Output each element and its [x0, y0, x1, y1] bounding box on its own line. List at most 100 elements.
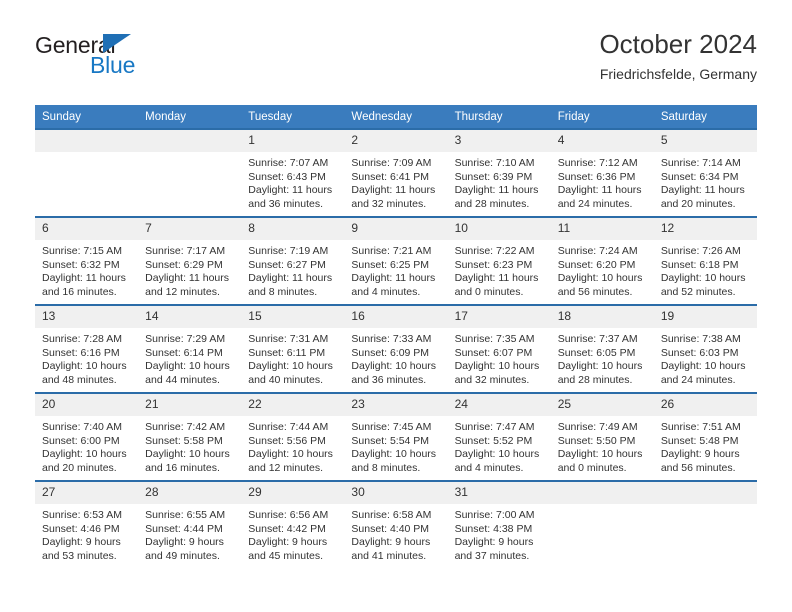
day-number — [653, 482, 757, 504]
calendar-day-cell[interactable]: 10 Sunrise: 7:22 AM Sunset: 6:23 PM Dayligh… — [447, 216, 551, 305]
sunset-time: Sunset: 6:41 PM — [351, 170, 430, 183]
daylight-duration-line2: and 20 minutes. — [660, 197, 736, 210]
day-number: 13 — [35, 306, 139, 328]
calendar-day-cell[interactable]: 2 Sunrise: 7:09 AM Sunset: 6:41 PM Daylight… — [344, 128, 448, 217]
sunrise-time: Sunrise: 7:28 AM — [42, 333, 122, 345]
calendar-day-cell[interactable]: 18 Sunrise: 7:37 AM Sunset: 6:05 PM Dayligh… — [550, 304, 654, 393]
calendar-day-cell[interactable]: 23 Sunrise: 7:45 AM Sunset: 5:54 PM Dayligh… — [344, 392, 448, 481]
daylight-duration-line2: and 16 minutes. — [42, 285, 117, 298]
calendar-day-cell[interactable]: 13 Sunrise: 7:28 AM Sunset: 6:16 PM Dayligh… — [35, 304, 139, 393]
calendar-day-cell[interactable]: 17 Sunrise: 7:35 AM Sunset: 6:07 PM Dayligh… — [447, 304, 551, 393]
logo-triangle-icon — [103, 34, 131, 53]
weekday-header-thursday: Thursday — [447, 105, 551, 129]
calendar-day-cell[interactable]: 21 Sunrise: 7:42 AM Sunset: 5:58 PM Dayligh… — [138, 392, 242, 481]
daylight-duration-line1: Daylight: 9 hours — [145, 536, 224, 549]
calendar-day-cell[interactable]: 24 Sunrise: 7:47 AM Sunset: 5:52 PM Dayligh… — [447, 392, 551, 481]
calendar-day-cell[interactable]: 15 Sunrise: 7:31 AM Sunset: 6:11 PM Dayligh… — [241, 304, 345, 393]
calendar-day-cell[interactable]: 5 Sunrise: 7:14 AM Sunset: 6:34 PM Daylight… — [653, 128, 757, 217]
sunset-time: Sunset: 5:56 PM — [248, 434, 326, 447]
sunset-time: Sunset: 6:39 PM — [454, 170, 533, 183]
daylight-duration-line1: Daylight: 11 hours — [454, 184, 539, 197]
day-details: Sunrise: 7:35 AM Sunset: 6:07 PM Daylight:… — [448, 328, 551, 387]
daylight-duration-line2: and 36 minutes. — [248, 197, 323, 210]
daylight-duration-line1: Daylight: 9 hours — [248, 536, 328, 549]
day-number: 15 — [241, 306, 345, 328]
calendar-day-cell[interactable]: 22 Sunrise: 7:44 AM Sunset: 5:56 PM Dayligh… — [241, 392, 345, 481]
daylight-duration-line2: and 56 minutes. — [557, 285, 633, 298]
day-details: Sunrise: 7:07 AM Sunset: 6:43 PM Daylight:… — [241, 152, 344, 211]
day-number — [138, 130, 242, 152]
daylight-duration-line2: and 48 minutes. — [42, 373, 117, 386]
day-details: Sunrise: 6:53 AM Sunset: 4:46 PM Daylight:… — [35, 504, 138, 563]
sunset-time: Sunset: 6:27 PM — [248, 258, 326, 271]
calendar-day-cell[interactable]: 3 Sunrise: 7:10 AM Sunset: 6:39 PM Daylight… — [447, 128, 551, 217]
day-number: 14 — [138, 306, 242, 328]
sunset-time: Sunset: 4:40 PM — [351, 522, 430, 535]
calendar-day-cell[interactable]: 4 Sunrise: 7:12 AM Sunset: 6:36 PM Daylight… — [550, 128, 654, 217]
calendar-day-cell[interactable]: 19 Sunrise: 7:38 AM Sunset: 6:03 PM Dayligh… — [653, 304, 757, 393]
title-block: October 2024 Friedrichsfelde, Germany — [599, 28, 757, 84]
calendar-day-cell[interactable]: 9 Sunrise: 7:21 AM Sunset: 6:25 PM Daylight… — [344, 216, 448, 305]
day-number: 19 — [653, 306, 757, 328]
day-details: Sunrise: 7:22 AM Sunset: 6:23 PM Daylight:… — [448, 240, 551, 299]
calendar-day-cell[interactable]: 8 Sunrise: 7:19 AM Sunset: 6:27 PM Daylight… — [241, 216, 345, 305]
calendar-day-cell[interactable]: 25 Sunrise: 7:49 AM Sunset: 5:50 PM Dayligh… — [550, 392, 654, 481]
calendar-empty-cell — [35, 128, 139, 217]
day-details: Sunrise: 7:14 AM Sunset: 6:34 PM Daylight:… — [654, 152, 757, 211]
day-details: Sunrise: 7:21 AM Sunset: 6:25 PM Daylight:… — [344, 240, 447, 299]
calendar-day-cell[interactable]: 29 Sunrise: 6:56 AM Sunset: 4:42 PM Dayligh… — [241, 480, 345, 568]
day-details: Sunrise: 7:49 AM Sunset: 5:50 PM Daylight:… — [551, 416, 654, 475]
sunrise-time: Sunrise: 7:33 AM — [351, 333, 432, 345]
calendar-day-cell[interactable]: 26 Sunrise: 7:51 AM Sunset: 5:48 PM Dayligh… — [653, 392, 757, 481]
day-details: Sunrise: 6:58 AM Sunset: 4:40 PM Daylight:… — [344, 504, 447, 563]
daylight-duration-line2: and 56 minutes. — [660, 461, 736, 474]
calendar-week-row: 1 Sunrise: 7:07 AM Sunset: 6:43 PM Daylight… — [35, 128, 757, 217]
sunset-time: Sunset: 6:25 PM — [351, 258, 430, 271]
weekday-header-monday: Monday — [138, 105, 242, 129]
daylight-duration-line2: and 28 minutes. — [454, 197, 530, 210]
calendar-day-cell[interactable]: 20 Sunrise: 7:40 AM Sunset: 6:00 PM Dayligh… — [35, 392, 139, 481]
calendar-empty-cell — [653, 480, 757, 568]
day-number: 30 — [344, 482, 448, 504]
sunrise-time: Sunrise: 7:00 AM — [454, 509, 535, 521]
sunset-time: Sunset: 6:18 PM — [660, 258, 739, 271]
calendar-week-row: 13 Sunrise: 7:28 AM Sunset: 6:16 PM Dayligh… — [35, 304, 757, 393]
sunrise-time: Sunrise: 7:44 AM — [248, 421, 329, 433]
sunset-time: Sunset: 6:20 PM — [557, 258, 636, 271]
day-details: Sunrise: 7:38 AM Sunset: 6:03 PM Daylight:… — [654, 328, 757, 387]
daylight-duration-line1: Daylight: 10 hours — [557, 272, 643, 285]
calendar-day-cell[interactable]: 1 Sunrise: 7:07 AM Sunset: 6:43 PM Daylight… — [241, 128, 345, 217]
sunset-time: Sunset: 6:07 PM — [454, 346, 533, 359]
day-number: 21 — [138, 394, 242, 416]
calendar-day-cell[interactable]: 31 Sunrise: 7:00 AM Sunset: 4:38 PM Dayligh… — [447, 480, 551, 568]
day-number — [35, 130, 139, 152]
sunset-time: Sunset: 6:23 PM — [454, 258, 533, 271]
calendar-day-cell[interactable]: 12 Sunrise: 7:26 AM Sunset: 6:18 PM Dayligh… — [653, 216, 757, 305]
calendar-day-cell[interactable]: 11 Sunrise: 7:24 AM Sunset: 6:20 PM Dayligh… — [550, 216, 654, 305]
calendar-body: 1 Sunrise: 7:07 AM Sunset: 6:43 PM Daylight… — [35, 128, 757, 568]
day-details: Sunrise: 7:17 AM Sunset: 6:29 PM Daylight:… — [138, 240, 241, 299]
calendar-day-cell[interactable]: 27 Sunrise: 6:53 AM Sunset: 4:46 PM Dayligh… — [35, 480, 139, 568]
day-number: 7 — [138, 218, 242, 240]
daylight-duration-line1: Daylight: 10 hours — [351, 448, 437, 461]
calendar-day-cell[interactable]: 30 Sunrise: 6:58 AM Sunset: 4:40 PM Dayligh… — [344, 480, 448, 568]
sunrise-time: Sunrise: 7:19 AM — [248, 245, 329, 257]
sunset-time: Sunset: 4:46 PM — [42, 522, 120, 535]
daylight-duration-line1: Daylight: 10 hours — [145, 448, 230, 461]
calendar-day-cell[interactable]: 7 Sunrise: 7:17 AM Sunset: 6:29 PM Daylight… — [138, 216, 242, 305]
day-details: Sunrise: 7:12 AM Sunset: 6:36 PM Daylight:… — [551, 152, 654, 211]
day-number: 24 — [447, 394, 551, 416]
calendar-day-cell[interactable]: 16 Sunrise: 7:33 AM Sunset: 6:09 PM Dayligh… — [344, 304, 448, 393]
calendar-week-row: 27 Sunrise: 6:53 AM Sunset: 4:46 PM Dayligh… — [35, 480, 757, 568]
day-details: Sunrise: 7:10 AM Sunset: 6:39 PM Daylight:… — [448, 152, 551, 211]
daylight-duration-line2: and 0 minutes. — [454, 285, 524, 298]
sunrise-time: Sunrise: 7:38 AM — [660, 333, 741, 345]
daylight-duration-line2: and 0 minutes. — [557, 461, 627, 474]
daylight-duration-line1: Daylight: 10 hours — [660, 360, 746, 373]
daylight-duration-line2: and 49 minutes. — [145, 549, 220, 562]
daylight-duration-line1: Daylight: 9 hours — [351, 536, 431, 549]
sunset-time: Sunset: 6:05 PM — [557, 346, 636, 359]
calendar-day-cell[interactable]: 6 Sunrise: 7:15 AM Sunset: 6:32 PM Daylight… — [35, 216, 139, 305]
calendar-day-cell[interactable]: 14 Sunrise: 7:29 AM Sunset: 6:14 PM Dayligh… — [138, 304, 242, 393]
calendar-day-cell[interactable]: 28 Sunrise: 6:55 AM Sunset: 4:44 PM Dayligh… — [138, 480, 242, 568]
